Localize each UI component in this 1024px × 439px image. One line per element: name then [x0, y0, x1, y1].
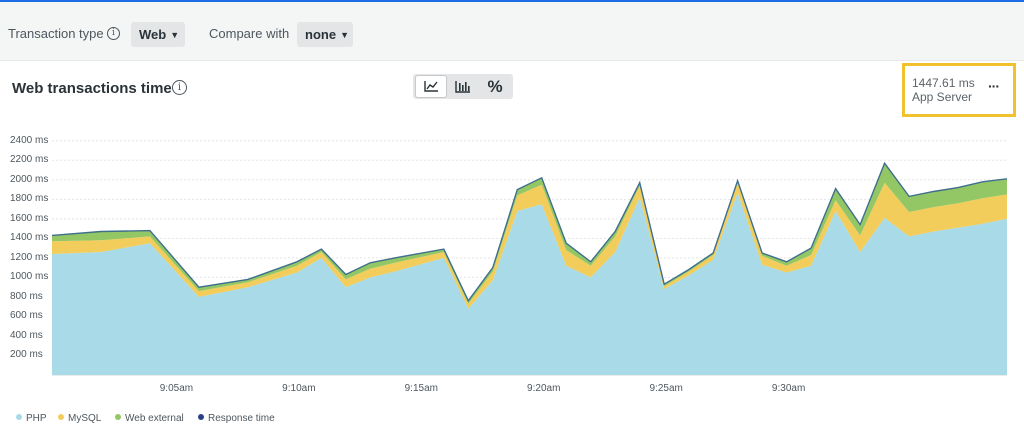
legend-dot	[115, 414, 121, 421]
legend-dot	[16, 414, 22, 421]
y-tick-label: 1200 ms	[10, 251, 49, 263]
y-tick-label: 1800 ms	[10, 193, 49, 205]
y-tick-label: 1600 ms	[10, 212, 49, 224]
legend-dot	[58, 414, 64, 421]
y-tick-label: 800 ms	[10, 290, 43, 302]
chart-areas	[52, 163, 1007, 375]
chart-svg	[51, 140, 1008, 376]
legend-label-mysql: MySQL	[68, 413, 102, 424]
y-tick-label: 2200 ms	[10, 154, 49, 166]
legend-dot	[198, 414, 204, 421]
y-tick-label: 1000 ms	[10, 271, 49, 283]
y-tick-label: 2000 ms	[10, 173, 49, 185]
x-tick-label: 9:10am	[282, 383, 316, 394]
legend-label-response-time: Response time	[208, 413, 275, 424]
legend-item-response-time[interactable]: Response time	[198, 413, 275, 424]
legend-item-mysql[interactable]: MySQL	[58, 413, 101, 424]
x-tick-label: 9:15am	[404, 383, 438, 394]
y-tick-label: 1400 ms	[10, 232, 49, 244]
x-tick-label: 9:30am	[771, 383, 806, 394]
legend-label-php: PHP	[26, 413, 47, 424]
legend-item-php[interactable]: PHP	[16, 413, 47, 424]
y-tick-label: 600 ms	[10, 310, 43, 322]
x-tick-label: 9:20am	[527, 383, 561, 394]
legend-label-web-external: Web external	[125, 413, 184, 424]
y-tick-label: 400 ms	[10, 329, 43, 341]
x-tick-label: 9:25am	[649, 383, 683, 394]
y-tick-label: 200 ms	[10, 349, 43, 361]
legend-item-web-external[interactable]: Web external	[115, 413, 184, 424]
y-tick-label: 2400 ms	[10, 134, 49, 146]
x-tick-label: 9:05am	[159, 383, 194, 394]
